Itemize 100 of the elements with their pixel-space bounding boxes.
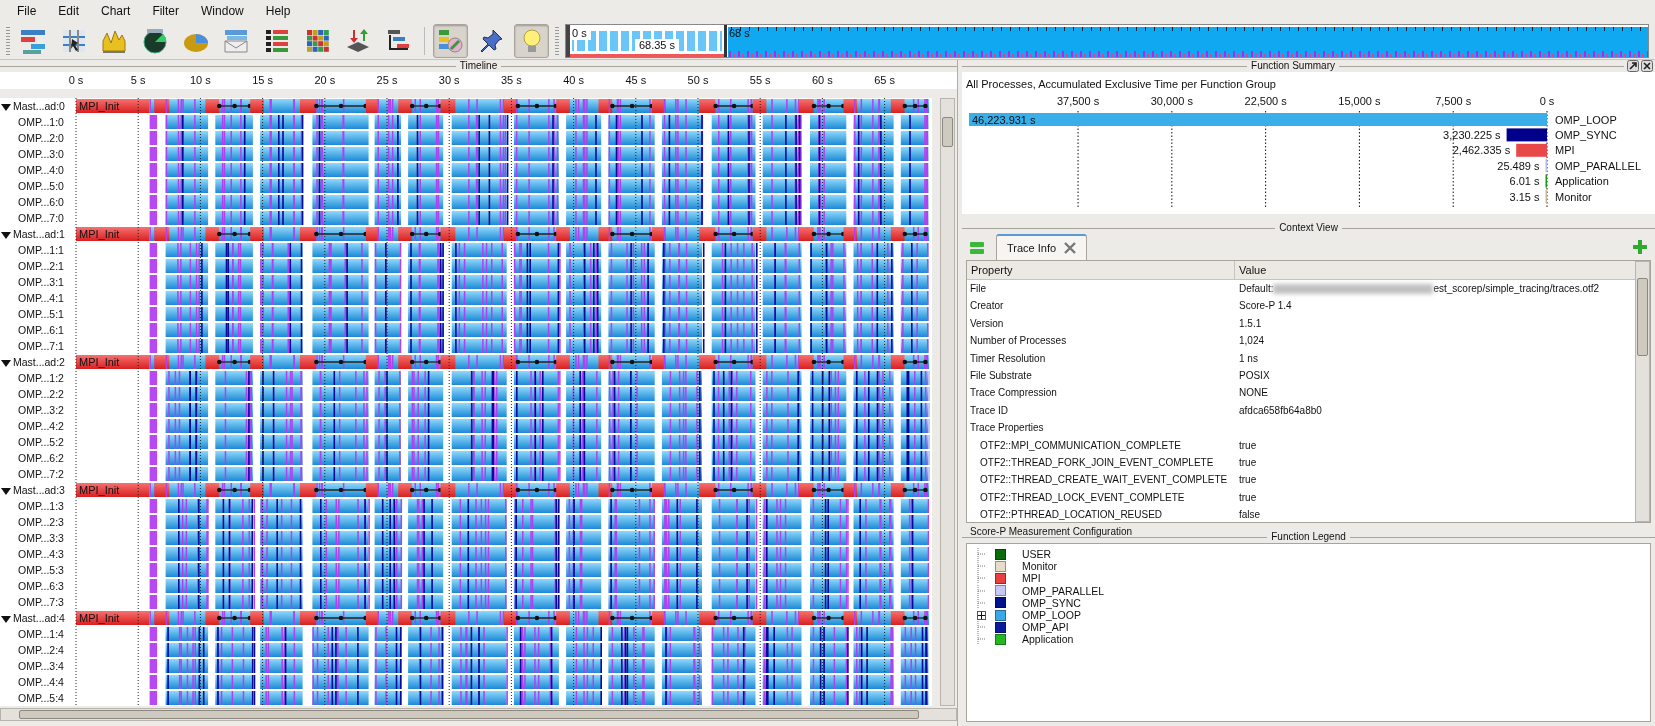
menu-item[interactable]: Help <box>256 0 300 22</box>
thread-label: OMP...6:1 <box>18 324 64 336</box>
process-label: Mast...ad:2 <box>13 356 65 368</box>
thread-label: OMP...2:3 <box>18 516 64 528</box>
property-cell: Number of Processes <box>970 335 1067 347</box>
thread-label: OMP...1:3 <box>18 500 64 512</box>
thread-label: OMP...5:0 <box>18 180 64 192</box>
value-cell-text: true <box>1239 473 1257 488</box>
time-label: 68 s <box>728 26 750 39</box>
property-cell: Version <box>970 317 1004 329</box>
function-label: MPI_Init <box>79 100 120 112</box>
thread-label: OMP...2:0 <box>18 132 64 144</box>
value-cell-text: 1,024 <box>1239 334 1265 349</box>
axis-label: 35 s <box>501 74 522 86</box>
thread-label: OMP...3:4 <box>18 660 64 672</box>
thread-label: OMP...6:3 <box>18 580 64 592</box>
thread-label: OMP...7:2 <box>18 468 64 480</box>
menu-item[interactable]: Filter <box>143 0 189 22</box>
legend-label: USER <box>1022 548 1052 561</box>
legend-label: OMP_SYNC <box>1022 596 1081 609</box>
category-label: Monitor <box>1555 190 1592 202</box>
scrollbar[interactable] <box>940 98 955 706</box>
expand-arrow-icon[interactable] <box>1 487 11 495</box>
thread-label: OMP...5:3 <box>18 564 64 576</box>
thread-label: OMP...6:2 <box>18 452 64 464</box>
thread-label: OMP...5:2 <box>18 436 64 448</box>
legend-label: Application <box>1022 633 1074 646</box>
thread-label: OMP...1:2 <box>18 372 64 384</box>
scrollbar-thumb[interactable] <box>1637 278 1648 356</box>
axis-label: 45 s <box>625 74 647 86</box>
close-icon[interactable] <box>1641 60 1653 72</box>
add-icon[interactable] <box>1633 240 1647 254</box>
value-cell-text: true <box>1239 455 1257 470</box>
function-label: MPI_Init <box>79 484 120 496</box>
thread-label: OMP...6:0 <box>18 196 64 208</box>
value-label: 3,230.225 s <box>1443 128 1501 141</box>
thread-label: OMP...1:0 <box>18 116 64 128</box>
value-cell-text: afdca658fb64a8b0 <box>1239 403 1322 418</box>
property-cell: Trace Properties <box>970 422 1044 434</box>
property-cell: OTF2::MPI_COMMUNICATION_COMPLETE <box>980 439 1181 451</box>
scrollbar-thumb[interactable] <box>19 710 919 719</box>
menu-item[interactable]: Edit <box>49 0 89 22</box>
value-cell-text: true <box>1239 438 1257 453</box>
axis-label: 0 s <box>1539 94 1555 107</box>
value-cell-text: Default: <box>1239 282 1274 296</box>
axis-label: 10 s <box>190 74 211 86</box>
undock-icon[interactable] <box>1627 60 1639 72</box>
scrollbar[interactable] <box>0 708 957 721</box>
value-label: 3.15 s <box>1509 190 1540 202</box>
thread-label: OMP...5:4 <box>18 692 64 704</box>
value-label: 6.01 s <box>1509 174 1540 187</box>
expand-arrow-icon[interactable] <box>1 359 11 367</box>
function-label: MPI_Init <box>79 228 120 240</box>
property-cell: Trace Compression <box>970 387 1057 399</box>
menu-item[interactable]: Chart <box>92 0 140 22</box>
axis-label: 55 s <box>749 74 771 86</box>
axis-label: 20 s <box>314 74 336 86</box>
axis-label: 37,500 s <box>1056 94 1100 107</box>
expand-arrow-icon[interactable] <box>1 103 11 111</box>
axis-label: 40 s <box>563 74 584 86</box>
panel-title: Timeline <box>459 60 498 72</box>
property-cell: File Substrate <box>970 369 1032 381</box>
thread-label: OMP...3:1 <box>18 276 64 288</box>
axis-label: 0 s <box>68 74 84 86</box>
category-label: OMP_SYNC <box>1555 128 1617 141</box>
menu-item[interactable]: File <box>8 0 46 22</box>
legend-label: OMP_LOOP <box>1022 608 1081 622</box>
legend-label: OMP_API <box>1022 621 1069 634</box>
thread-label: OMP...4:3 <box>18 548 64 560</box>
thread-label: OMP...4:1 <box>18 292 64 304</box>
menu-item[interactable]: Window <box>192 0 253 22</box>
expand-icon[interactable] <box>976 610 986 620</box>
axis-label: 15 s <box>252 74 273 86</box>
category-label: Application <box>1555 174 1609 187</box>
tab[interactable]: Trace Info <box>996 233 1088 260</box>
thread-label: OMP...5:1 <box>18 308 64 320</box>
scrollbar-thumb[interactable] <box>942 117 953 147</box>
process-label: Mast...ad:0 <box>13 100 65 112</box>
process-label: Mast...ad:1 <box>13 228 65 240</box>
thread-label: OMP...4:0 <box>18 164 64 176</box>
radar-icon <box>141 26 170 55</box>
property-cell: OTF2::THREAD_CREATE_WAIT_EVENT_COMPLETE <box>980 474 1228 486</box>
property-cell: OTF2::PTHREAD_LOCATION_REUSED <box>980 509 1163 521</box>
legend-label: Monitor <box>1022 560 1057 573</box>
axis-label: 7,500 s <box>1435 94 1472 107</box>
value-cell-text: false <box>1239 508 1261 523</box>
panel-title: Context View <box>1279 222 1338 234</box>
axis-label: 60 s <box>812 74 833 86</box>
expand-arrow-icon[interactable] <box>1 231 11 239</box>
expand-arrow-icon[interactable] <box>1 615 11 623</box>
thread-label: OMP...4:2 <box>18 420 64 432</box>
axis-label: 5 s <box>130 74 146 86</box>
scrollbar[interactable] <box>1635 261 1650 522</box>
process-label: Mast...ad:3 <box>13 484 65 496</box>
value-label: 46,223.931 s <box>971 113 1036 125</box>
axis-label: 50 s <box>687 74 709 86</box>
thread-label: OMP...3:2 <box>18 404 64 416</box>
thread-label: OMP...2:4 <box>18 644 64 656</box>
property-cell: Timer Resolution <box>970 352 1046 364</box>
thread-label: OMP...7:3 <box>18 596 64 608</box>
